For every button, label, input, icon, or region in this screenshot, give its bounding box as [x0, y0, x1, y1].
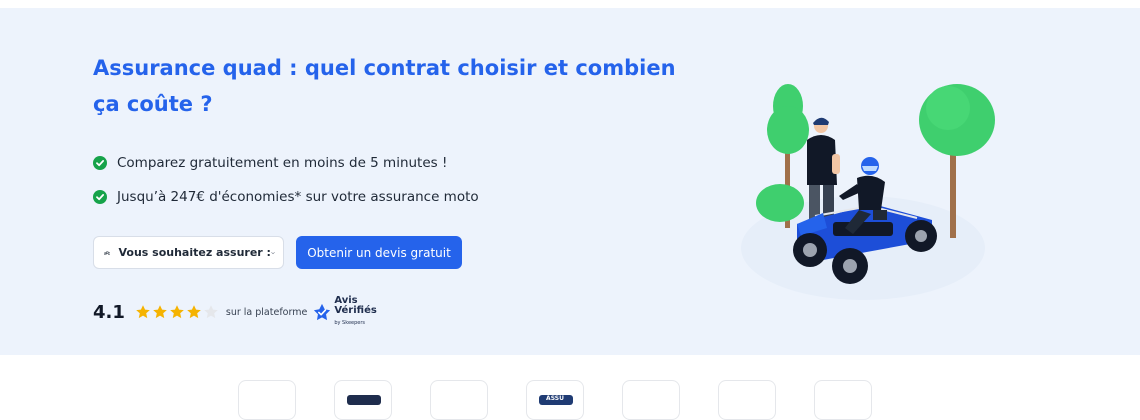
- vehicle-type-select[interactable]: Vous souhaitez assurer :: [93, 236, 284, 269]
- partner-logo-card: [718, 380, 776, 420]
- rating-row: 4.1 sur la plateforme Avis Vérifiés by S…: [93, 296, 377, 328]
- benefit-text: Jusqu’à 247€ d'économies* sur votre assu…: [117, 189, 479, 205]
- benefit-list: Comparez gratuitement en moins de 5 minu…: [93, 146, 479, 214]
- avis-verifies-logo[interactable]: Avis Vérifiés by Skeepers: [313, 296, 377, 328]
- hero-section: Assurance quad : quel contrat choisir et…: [0, 8, 1140, 355]
- benefit-text: Comparez gratuitement en moins de 5 minu…: [117, 155, 448, 171]
- star-filled-icon: [153, 305, 167, 319]
- rating-score: 4.1: [93, 301, 125, 323]
- chevron-down-icon: [271, 251, 275, 254]
- check-circle-icon: [93, 190, 107, 204]
- partner-logo-text: ASSU: [546, 395, 564, 402]
- benefit-item: Comparez gratuitement en moins de 5 minu…: [93, 146, 479, 180]
- benefit-item: Jusqu’à 247€ d'économies* sur votre assu…: [93, 180, 479, 214]
- star-filled-icon: [187, 305, 201, 319]
- rating-platform-text: sur la plateforme: [225, 306, 308, 318]
- partner-logo-card: [430, 380, 488, 420]
- vehicle-select-label: Vous souhaitez assurer :: [118, 246, 271, 259]
- partner-logo-card: ASSU: [526, 380, 584, 420]
- star-empty-icon: [204, 305, 218, 319]
- get-quote-button[interactable]: Obtenir un devis gratuit: [296, 236, 462, 269]
- partner-logo-card: [238, 380, 296, 420]
- quad-rider-illustration: [741, 84, 995, 300]
- rating-stars: [135, 304, 220, 320]
- star-filled-icon: [136, 305, 150, 319]
- check-circle-icon: [93, 156, 107, 170]
- bike-icon: [104, 250, 111, 255]
- page-title: Assurance quad : quel contrat choisir et…: [93, 56, 676, 116]
- avis-verifies-logo-icon: [314, 303, 331, 321]
- partner-logo-card: [334, 380, 392, 420]
- star-filled-icon: [170, 305, 184, 319]
- partner-logo-card: [814, 380, 872, 420]
- partner-logo-card: [622, 380, 680, 420]
- partner-logos: ASSU: [238, 380, 910, 420]
- avis-verifies-logo-byline: by Skeepers: [334, 320, 366, 326]
- partner-logo: [347, 395, 381, 405]
- avis-verifies-logo-line2: Vérifiés: [334, 305, 377, 316]
